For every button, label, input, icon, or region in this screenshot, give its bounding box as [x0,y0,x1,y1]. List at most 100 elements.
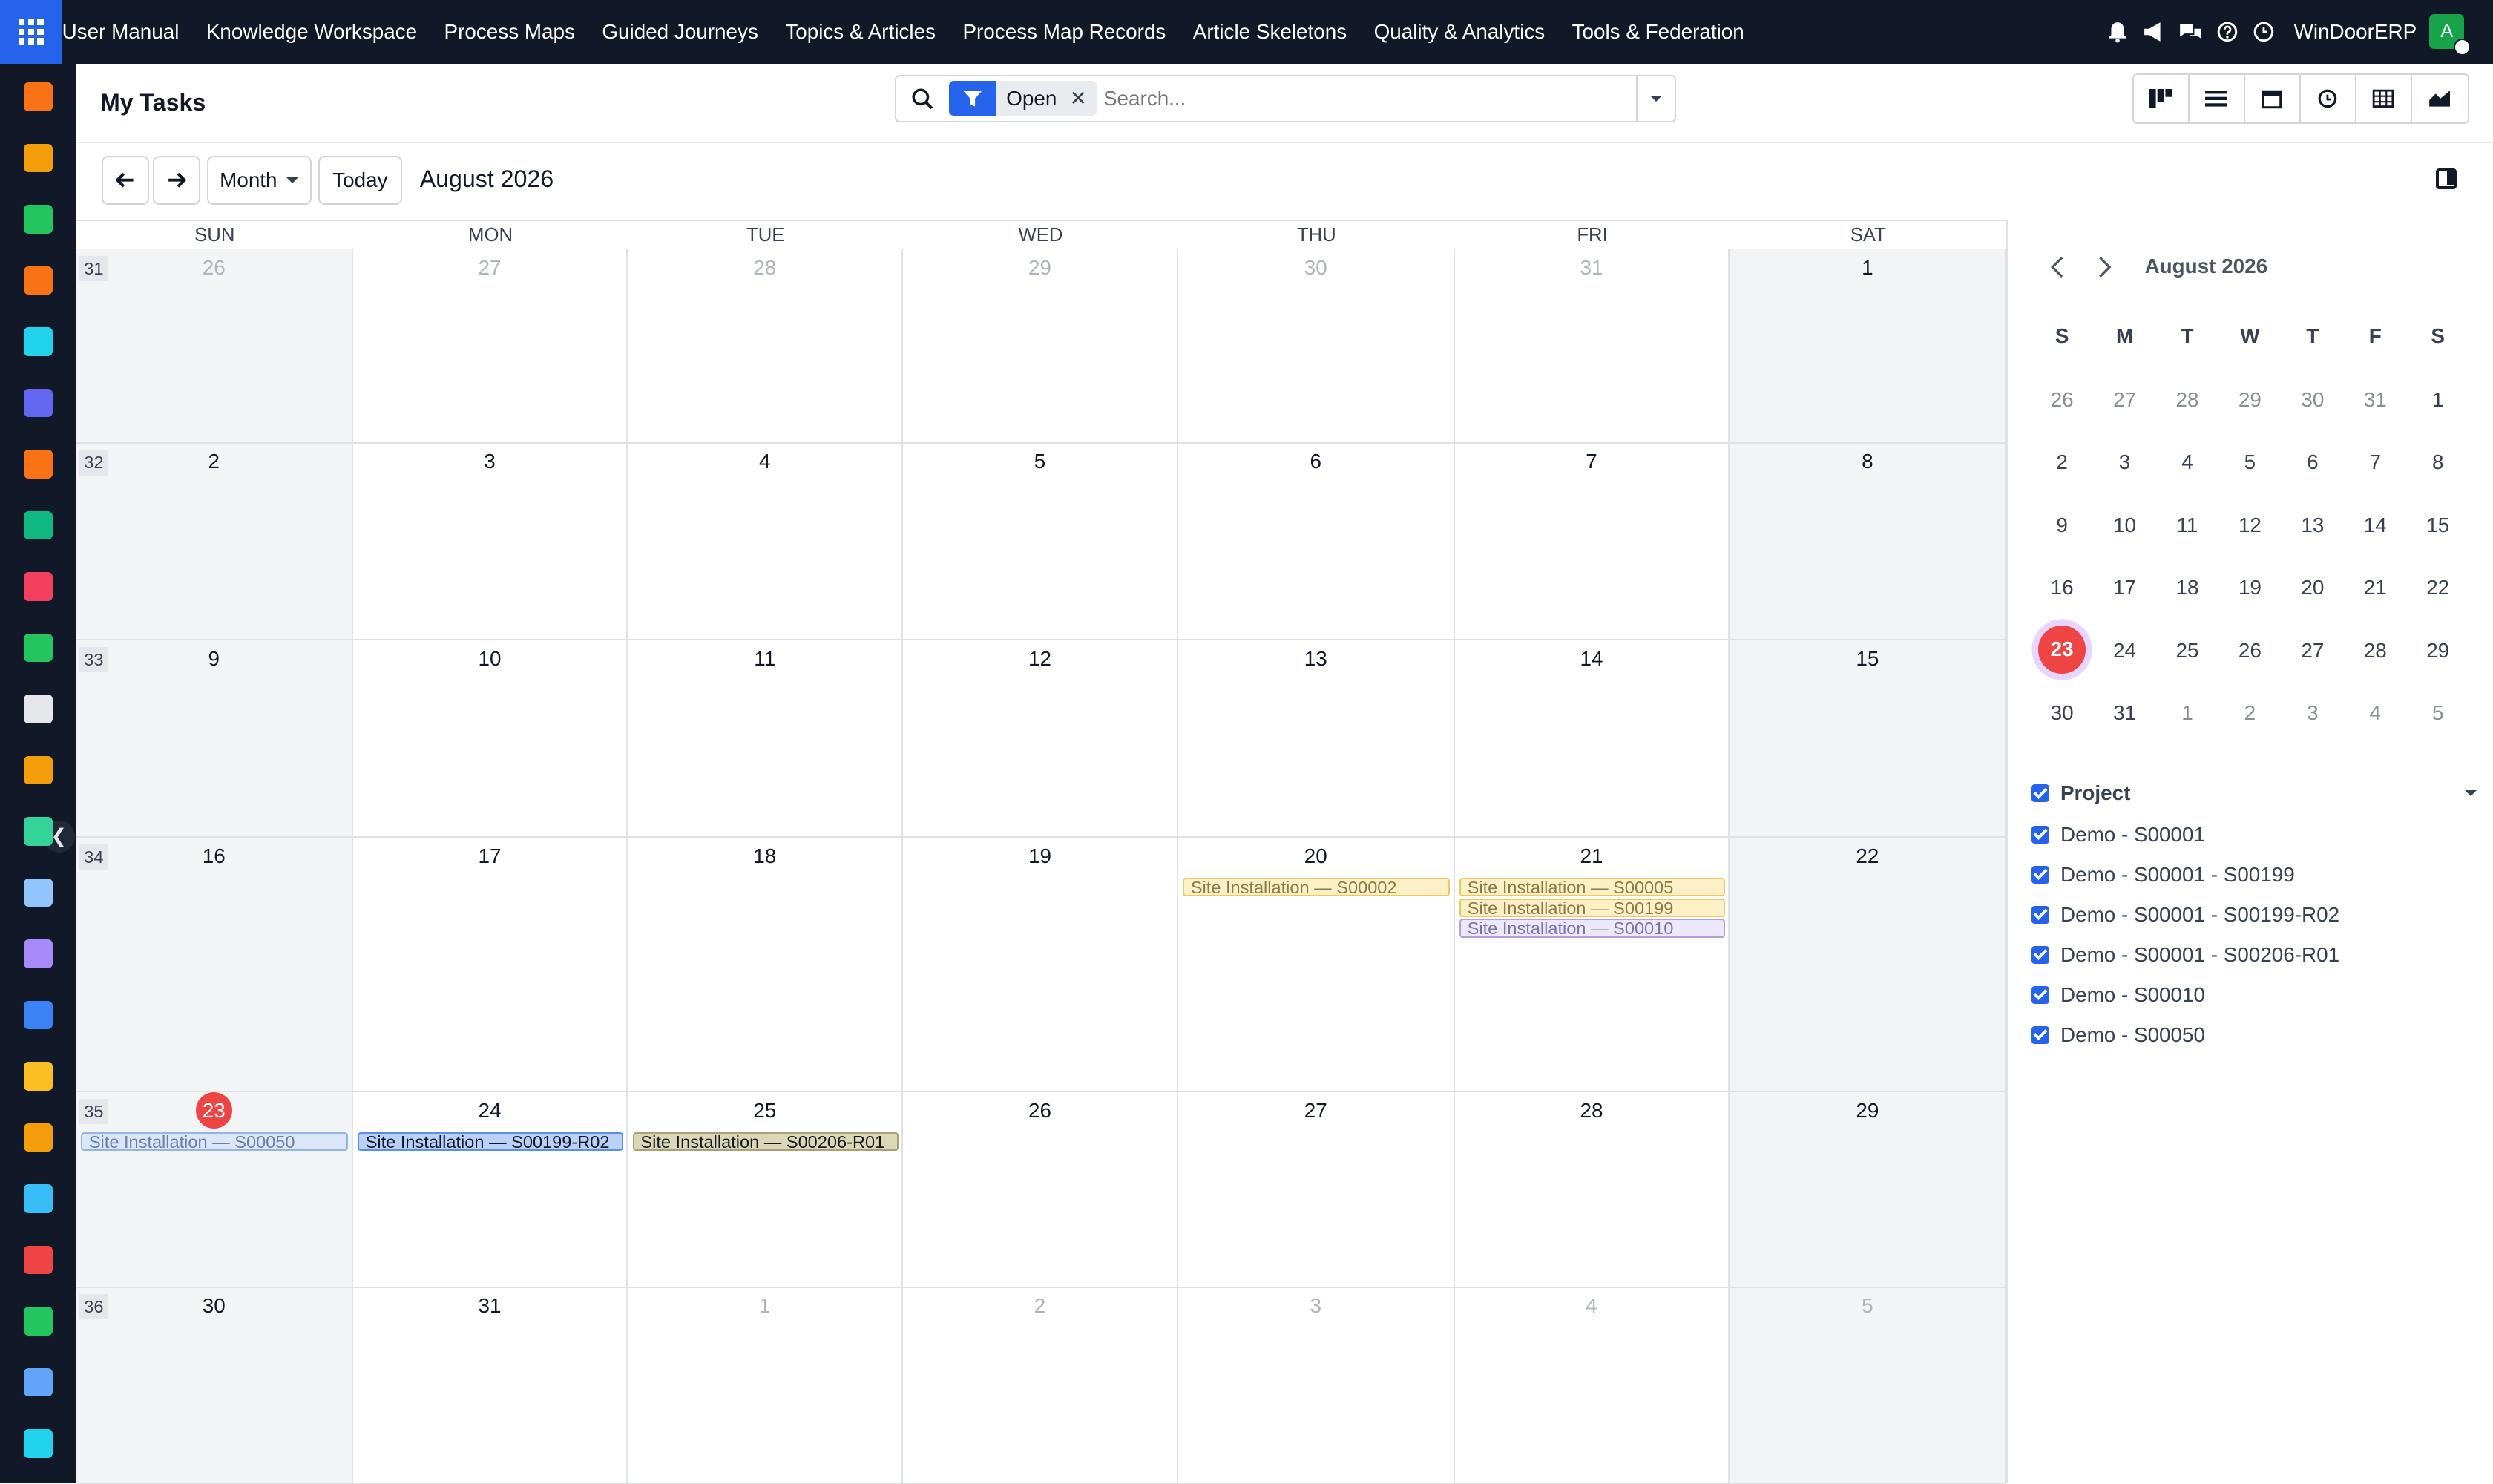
filter-item[interactable]: Demo - S00001 - S00206-R01 [2031,941,2339,970]
mini-day[interactable]: 5 [2406,701,2470,725]
activity-view-button[interactable] [2301,74,2356,122]
bell-icon[interactable] [2103,18,2132,47]
day-cell[interactable]: 23 35 [76,1091,353,1288]
filter-item[interactable]: Demo - S00050 [2031,1021,2205,1050]
mini-day[interactable]: 2 [2218,701,2282,725]
mini-day[interactable]: 29 [2406,639,2470,663]
day-cell[interactable]: 28 [628,249,904,444]
day-cell[interactable]: 1 [628,1287,904,1484]
mini-day[interactable]: 31 [2343,388,2407,412]
apps-menu-button[interactable] [0,0,62,64]
day-cell[interactable]: 17 [352,838,628,1092]
day-cell[interactable]: 29 [903,249,1178,444]
mini-day[interactable]: 4 [2155,450,2219,474]
menu-item[interactable]: Knowledge Workspace [206,20,417,44]
mini-day[interactable]: 30 [2030,701,2094,725]
mini-day[interactable]: 17 [2093,576,2157,600]
day-cell[interactable]: 27 [1177,1091,1455,1288]
help-icon[interactable] [2213,18,2241,47]
checkbox-checked-icon[interactable] [2031,946,2049,964]
wave-app-icon[interactable] [24,1429,53,1458]
day-cell[interactable]: 6 [1177,443,1455,641]
filter-item[interactable]: Demo - S00001 - S00199-R02 [2031,901,2339,930]
checkbox-checked-icon[interactable] [2031,1026,2049,1044]
menu-item[interactable]: Guided Journeys [602,20,758,44]
calendar-event[interactable]: Site Installation — S00199-R02 [358,1132,623,1152]
mini-day[interactable]: 15 [2406,513,2470,537]
day-cell[interactable]: 12 [903,640,1178,838]
search-input[interactable] [1103,82,1612,115]
mini-day[interactable]: 14 [2343,513,2407,537]
mini-day[interactable]: 29 [2218,388,2282,412]
today-button[interactable]: Today [318,155,403,206]
whatsapp-app-icon[interactable] [24,1307,53,1336]
checkbox-checked-icon[interactable] [2031,826,2049,844]
mini-day[interactable]: 27 [2281,639,2345,663]
calendar-31-app-icon[interactable] [24,1123,53,1152]
filter-group-header[interactable]: Project [2031,779,2477,808]
mini-prev-icon[interactable] [2049,256,2065,278]
menu-item[interactable]: Quality & Analytics [1374,20,1546,44]
day-cell[interactable]: 9 33 [76,640,353,838]
checkbox-checked-icon[interactable] [2031,866,2049,884]
chat-bubble-app-icon[interactable] [24,266,53,295]
day-cell[interactable]: 15 [1730,640,2007,838]
bar-chart-app-icon[interactable] [24,82,53,111]
day-cell[interactable]: 1 [1730,249,2007,444]
pivot-view-button[interactable] [2356,74,2412,122]
mini-day[interactable]: 28 [2155,388,2219,412]
mail-app-icon[interactable] [24,388,53,418]
cube-app-icon[interactable] [24,695,53,723]
clock-icon[interactable] [2250,18,2279,47]
caret-down-icon[interactable] [2465,790,2477,796]
mini-day[interactable]: 8 [2406,450,2470,474]
mini-next-icon[interactable] [2097,256,2112,278]
dashboard-app-icon[interactable] [24,1245,53,1275]
mini-day[interactable]: 26 [2030,388,2094,412]
remove-facet-icon[interactable]: ✕ [1070,86,1087,111]
day-cell[interactable]: 26 [903,1091,1178,1288]
day-cell[interactable]: 16 34 [76,838,353,1092]
day-cell[interactable]: 26 31 [76,249,353,444]
megaphone-icon[interactable] [2140,18,2169,47]
day-cell[interactable]: 25 [628,1091,904,1288]
mini-day[interactable]: 12 [2218,513,2282,537]
calendar-event[interactable]: Site Installation — S00199 [1459,898,1725,918]
calendar-event[interactable]: Site Installation — S00002 [1183,877,1451,897]
mini-day[interactable]: 7 [2343,450,2407,474]
menu-item[interactable]: Process Map Records [962,20,1166,44]
book-app-icon[interactable] [24,878,53,907]
day-cell[interactable]: 7 [1454,443,1730,641]
menu-item[interactable]: Article Skeletons [1193,20,1347,44]
mini-day[interactable]: 24 [2093,639,2157,663]
invoice-app-icon[interactable] [24,1000,53,1030]
day-cell[interactable]: 31 [1454,249,1730,444]
day-cell[interactable]: 21 [1454,838,1730,1092]
calendar-event[interactable]: Site Installation — S00206-R01 [632,1132,899,1152]
day-cell[interactable]: 4 [1454,1287,1730,1484]
discuss-app-icon[interactable] [24,450,53,479]
mini-day[interactable]: 9 [2030,513,2094,537]
search-bar[interactable]: Open ✕ [895,74,1676,122]
day-cell[interactable]: 31 [352,1287,628,1484]
day-cell[interactable]: 20 [1177,838,1455,1092]
day-cell[interactable]: 3 [352,443,628,641]
mini-day[interactable]: 20 [2281,576,2345,600]
mini-day[interactable]: 23 [2030,626,2094,674]
day-cell[interactable]: 27 [352,249,628,444]
mini-day[interactable]: 5 [2218,450,2282,474]
mini-day[interactable]: 18 [2155,576,2219,600]
mini-day[interactable]: 28 [2343,639,2407,663]
mini-day[interactable]: 26 [2218,639,2282,663]
toggle-side-panel-icon[interactable] [2435,168,2457,189]
day-cell[interactable]: 4 [628,443,904,641]
checkbox-checked-icon[interactable] [2031,906,2049,924]
mini-day[interactable]: 1 [2406,388,2470,412]
day-cell[interactable]: 18 [628,838,904,1092]
mini-day[interactable]: 4 [2343,701,2407,725]
day-cell[interactable]: 13 [1177,640,1455,838]
kanban-view-button[interactable] [2134,74,2190,122]
calendar-event[interactable]: Site Installation — S00050 [81,1132,349,1152]
day-cell[interactable]: 30 [1177,249,1455,444]
mini-day[interactable]: 27 [2093,388,2157,412]
